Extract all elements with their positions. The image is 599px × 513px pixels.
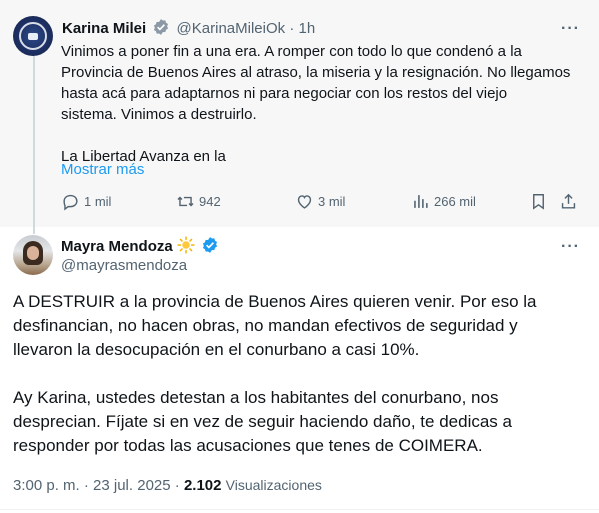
sun-emoji-icon — [177, 236, 195, 254]
like-button[interactable]: 3 mil — [295, 192, 345, 211]
show-more-link[interactable]: Mostrar más — [61, 160, 144, 180]
bookmark-icon — [533, 194, 544, 210]
views-icon — [414, 195, 428, 208]
body-line: Ay Karina, ustedes detestan a los habita… — [13, 388, 499, 407]
body-line: Provincia de Buenos Aires al atraso, la … — [61, 64, 571, 81]
main-post-header: Mayra Mendoza — [61, 236, 221, 257]
quoted-post-time[interactable]: 1h — [298, 20, 315, 37]
more-icon[interactable]: ··· — [561, 20, 580, 38]
mayra-avatar[interactable] — [13, 235, 53, 275]
reply-button[interactable]: 1 mil — [61, 192, 111, 211]
body-line: Vinimos a poner fin a una era. A romper … — [61, 43, 522, 60]
verified-badge-icon — [202, 237, 218, 253]
bookmark-button[interactable] — [529, 192, 552, 211]
quoted-post-header: Karina Milei @KarinaMileiOk · 1h — [62, 18, 315, 39]
body-line: sistema. Vinimos a destruirlo. — [61, 106, 257, 123]
repost-count: 942 — [199, 194, 221, 209]
body-line: hasta acá para adaptarnos ni para negoci… — [61, 85, 508, 102]
body-line: desprecian. Fíjate si en vez de seguir h… — [13, 412, 512, 431]
quoted-post-body: Vinimos a poner fin a una era. A romper … — [61, 41, 581, 167]
post-metadata: 3:00 p. m. · 23 jul. 2025 · 2.102 Visual… — [13, 476, 322, 495]
body-line — [61, 125, 581, 146]
views-button[interactable]: 266 mil — [411, 192, 476, 211]
main-author-handle[interactable]: @mayrasmendoza — [61, 256, 187, 276]
thread-connector-line — [33, 56, 35, 234]
quoted-post-actions: 1 mil 942 3 mil 266 mil — [61, 192, 581, 212]
reply-icon — [63, 194, 78, 211]
divider — [0, 509, 599, 510]
share-button[interactable] — [559, 192, 582, 211]
body-line: responder por todas las acusaciones que … — [13, 436, 483, 455]
views-total: 2.102 — [183, 477, 222, 494]
like-count: 3 mil — [318, 194, 346, 209]
views-count: 266 mil — [434, 194, 476, 209]
post-timestamp[interactable]: 3:00 p. m. · 23 jul. 2025 · — [13, 477, 184, 494]
karina-avatar[interactable] — [13, 16, 53, 56]
quoted-author-name[interactable]: Karina Milei — [62, 20, 146, 37]
main-post-body: A DESTRUIR a la provincia de Buenos Aire… — [13, 290, 588, 458]
paragraph-spacer — [13, 362, 588, 386]
repost-icon — [177, 196, 194, 207]
main-author-name[interactable]: Mayra Mendoza — [61, 238, 173, 255]
body-line: desfinancian, no hacen obras, no mandan … — [13, 316, 518, 335]
body-line: llevaron la desocupación en el conurbano… — [13, 340, 420, 359]
header-separator: · — [289, 20, 295, 37]
more-icon[interactable]: ··· — [561, 238, 580, 256]
verified-badge-icon — [154, 19, 169, 35]
like-icon — [297, 195, 312, 209]
views-label: Visualizaciones — [225, 477, 322, 493]
quoted-author-handle[interactable]: @KarinaMileiOk — [177, 20, 286, 37]
reply-count: 1 mil — [84, 194, 112, 209]
body-line: A DESTRUIR a la provincia de Buenos Aire… — [13, 292, 537, 311]
repost-button[interactable]: 942 — [176, 192, 221, 211]
share-icon — [561, 193, 576, 209]
